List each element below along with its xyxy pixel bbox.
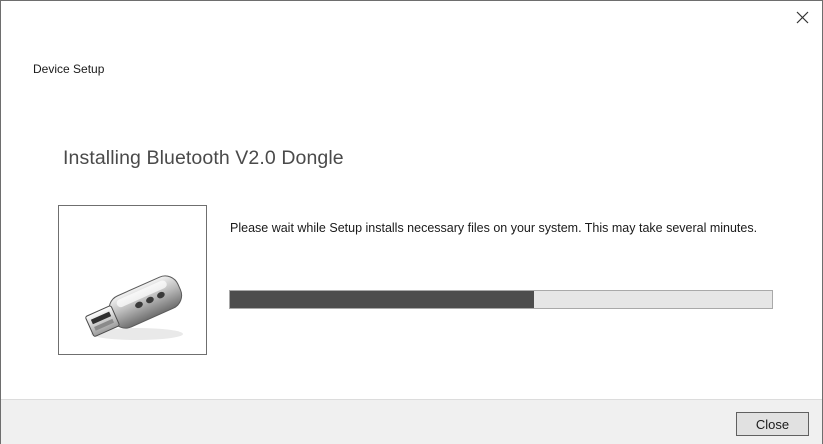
usb-dongle-icon: [85, 275, 183, 340]
status-message: Please wait while Setup installs necessa…: [230, 221, 758, 235]
close-icon[interactable]: [792, 7, 814, 29]
install-progress-bar: [229, 290, 773, 309]
close-button[interactable]: Close: [736, 412, 809, 436]
page-title: Installing Bluetooth V2.0 Dongle: [63, 147, 344, 169]
progress-fill: [230, 291, 534, 308]
footer-bar: Close: [1, 399, 822, 444]
setup-window: Device Setup Installing Bluetooth V2.0 D…: [0, 0, 823, 444]
device-image-frame: [58, 205, 207, 355]
window-title: Device Setup: [33, 62, 105, 76]
